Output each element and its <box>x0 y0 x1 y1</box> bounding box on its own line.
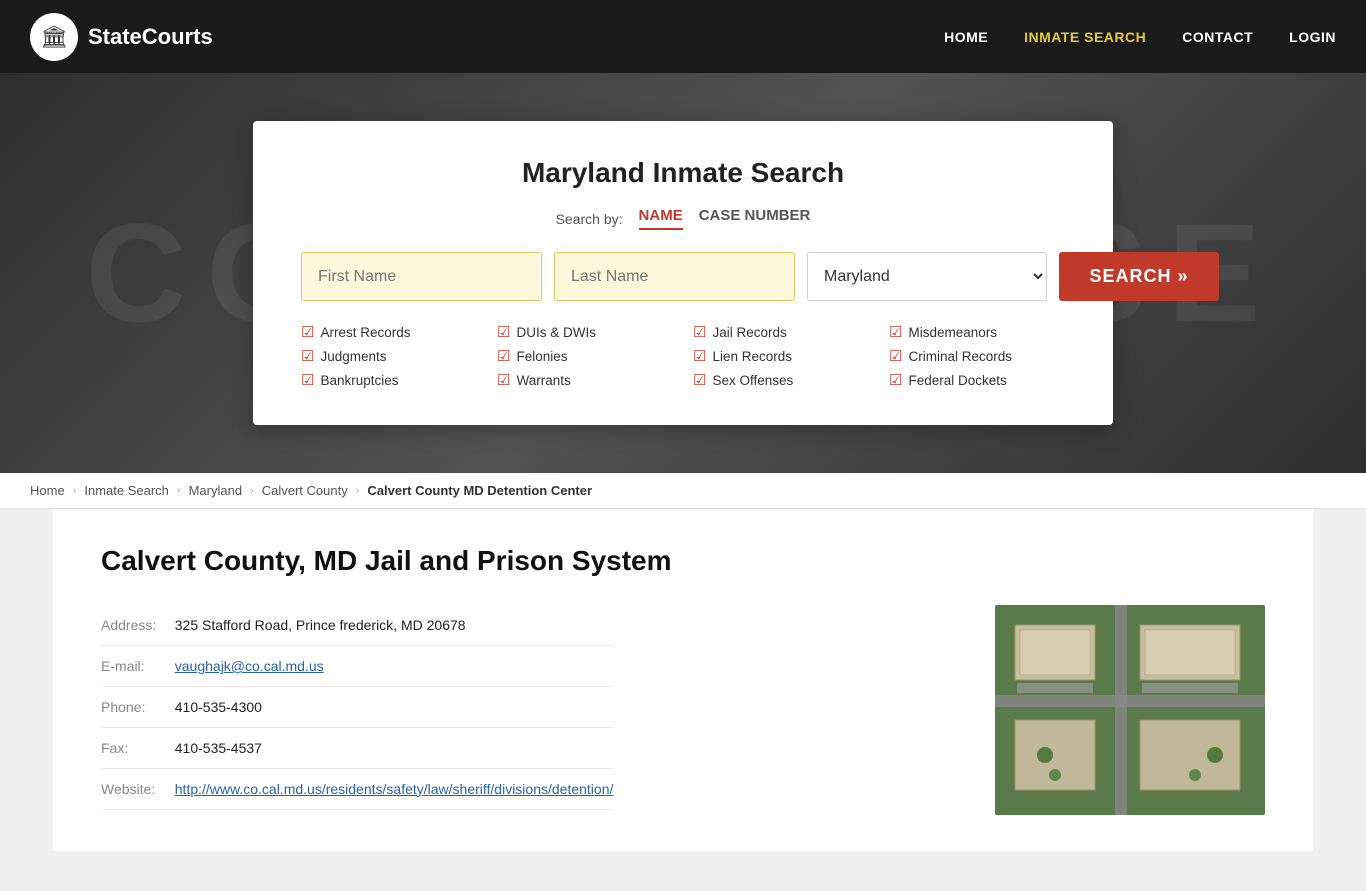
website-row: Website: http://www.co.cal.md.us/residen… <box>101 769 613 810</box>
first-name-input[interactable] <box>301 252 542 301</box>
check-label-arrest: Arrest Records <box>320 325 410 340</box>
info-table: Address: 325 Stafford Road, Prince frede… <box>101 605 613 810</box>
breadcrumb: Home › Inmate Search › Maryland › Calver… <box>0 473 1366 509</box>
address-value: 325 Stafford Road, Prince frederick, MD … <box>175 605 614 646</box>
search-fields-row: Maryland Alabama Alaska Arizona Arkansas… <box>301 252 1065 301</box>
breadcrumb-sep-3: › <box>250 485 254 497</box>
nav-contact[interactable]: CONTACT <box>1182 29 1253 45</box>
main-nav: HOME INMATE SEARCH CONTACT LOGIN <box>944 29 1336 45</box>
check-lien-records: ☑ Lien Records <box>693 347 869 365</box>
search-card: Maryland Inmate Search Search by: NAME C… <box>253 121 1113 425</box>
check-icon-criminal: ☑ <box>889 347 902 365</box>
check-label-criminal: Criminal Records <box>908 349 1012 364</box>
content-card: Calvert County, MD Jail and Prison Syste… <box>53 509 1313 851</box>
check-icon-warrants: ☑ <box>497 371 510 389</box>
search-title: Maryland Inmate Search <box>301 157 1065 189</box>
check-label-warrants: Warrants <box>516 373 570 388</box>
check-label-felonies: Felonies <box>516 349 567 364</box>
main-content: Calvert County, MD Jail and Prison Syste… <box>0 509 1366 891</box>
site-logo[interactable]: 🏛 StateCourts <box>30 13 213 61</box>
facility-image <box>995 605 1265 815</box>
phone-value: 410-535-4300 <box>175 687 614 728</box>
check-icon-misdemeanors: ☑ <box>889 323 902 341</box>
check-label-jail: Jail Records <box>712 325 786 340</box>
header: 🏛 StateCourts HOME INMATE SEARCH CONTACT… <box>0 0 1366 73</box>
search-button[interactable]: SEARCH » <box>1059 252 1219 301</box>
check-icon-bankruptcies: ☑ <box>301 371 314 389</box>
logo-text: StateCourts <box>88 24 213 50</box>
check-duis: ☑ DUIs & DWIs <box>497 323 673 341</box>
breadcrumb-state[interactable]: Maryland <box>189 483 242 498</box>
fax-row: Fax: 410-535-4537 <box>101 728 613 769</box>
check-label-lien: Lien Records <box>712 349 792 364</box>
breadcrumb-current: Calvert County MD Detention Center <box>367 483 592 498</box>
breadcrumb-inmate-search[interactable]: Inmate Search <box>84 483 169 498</box>
check-label-misdemeanors: Misdemeanors <box>908 325 997 340</box>
check-jail-records: ☑ Jail Records <box>693 323 869 341</box>
check-icon-duis: ☑ <box>497 323 510 341</box>
check-label-bankruptcies: Bankruptcies <box>320 373 398 388</box>
check-icon-sex-offenses: ☑ <box>693 371 706 389</box>
check-bankruptcies: ☑ Bankruptcies <box>301 371 477 389</box>
email-value: vaughajk@co.cal.md.us <box>175 646 614 687</box>
email-label: E-mail: <box>101 646 175 687</box>
email-row: E-mail: vaughajk@co.cal.md.us <box>101 646 613 687</box>
tab-name[interactable]: NAME <box>639 207 683 230</box>
check-felonies: ☑ Felonies <box>497 347 673 365</box>
nav-inmate-search[interactable]: INMATE SEARCH <box>1024 29 1146 45</box>
hero-section: COURTHOUSE Maryland Inmate Search Search… <box>0 73 1366 473</box>
website-value: http://www.co.cal.md.us/residents/safety… <box>175 769 614 810</box>
search-by-label: Search by: <box>556 211 623 227</box>
check-icon-felonies: ☑ <box>497 347 510 365</box>
last-name-input[interactable] <box>554 252 795 301</box>
search-by-row: Search by: NAME CASE NUMBER <box>301 207 1065 230</box>
check-judgments: ☑ Judgments <box>301 347 477 365</box>
check-icon-judgments: ☑ <box>301 347 314 365</box>
website-label: Website: <box>101 769 175 810</box>
check-label-duis: DUIs & DWIs <box>516 325 596 340</box>
fax-value: 410-535-4537 <box>175 728 614 769</box>
website-link[interactable]: http://www.co.cal.md.us/residents/safety… <box>175 781 614 797</box>
check-sex-offenses: ☑ Sex Offenses <box>693 371 869 389</box>
check-label-federal: Federal Dockets <box>908 373 1006 388</box>
check-icon-arrest: ☑ <box>301 323 314 341</box>
fax-label: Fax: <box>101 728 175 769</box>
state-select[interactable]: Maryland Alabama Alaska Arizona Arkansas… <box>807 252 1047 301</box>
logo-icon: 🏛 <box>30 13 78 61</box>
address-label: Address: <box>101 605 175 646</box>
check-federal-dockets: ☑ Federal Dockets <box>889 371 1065 389</box>
facility-info: Address: 325 Stafford Road, Prince frede… <box>101 605 955 810</box>
breadcrumb-home[interactable]: Home <box>30 483 65 498</box>
breadcrumb-sep-1: › <box>73 485 77 497</box>
check-arrest-records: ☑ Arrest Records <box>301 323 477 341</box>
nav-home[interactable]: HOME <box>944 29 988 45</box>
check-icon-jail: ☑ <box>693 323 706 341</box>
features-grid: ☑ Arrest Records ☑ DUIs & DWIs ☑ Jail Re… <box>301 323 1065 389</box>
breadcrumb-sep-2: › <box>177 485 181 497</box>
facility-title: Calvert County, MD Jail and Prison Syste… <box>101 545 1265 577</box>
check-label-sex-offenses: Sex Offenses <box>712 373 793 388</box>
check-icon-lien: ☑ <box>693 347 706 365</box>
address-row: Address: 325 Stafford Road, Prince frede… <box>101 605 613 646</box>
nav-login[interactable]: LOGIN <box>1289 29 1336 45</box>
check-label-judgments: Judgments <box>320 349 386 364</box>
phone-row: Phone: 410-535-4300 <box>101 687 613 728</box>
breadcrumb-sep-4: › <box>356 485 360 497</box>
email-link[interactable]: vaughajk@co.cal.md.us <box>175 658 324 674</box>
phone-label: Phone: <box>101 687 175 728</box>
tab-case-number[interactable]: CASE NUMBER <box>699 207 811 230</box>
check-icon-federal: ☑ <box>889 371 902 389</box>
check-warrants: ☑ Warrants <box>497 371 673 389</box>
breadcrumb-county[interactable]: Calvert County <box>262 483 348 498</box>
check-misdemeanors: ☑ Misdemeanors <box>889 323 1065 341</box>
facility-layout: Address: 325 Stafford Road, Prince frede… <box>101 605 1265 815</box>
check-criminal-records: ☑ Criminal Records <box>889 347 1065 365</box>
